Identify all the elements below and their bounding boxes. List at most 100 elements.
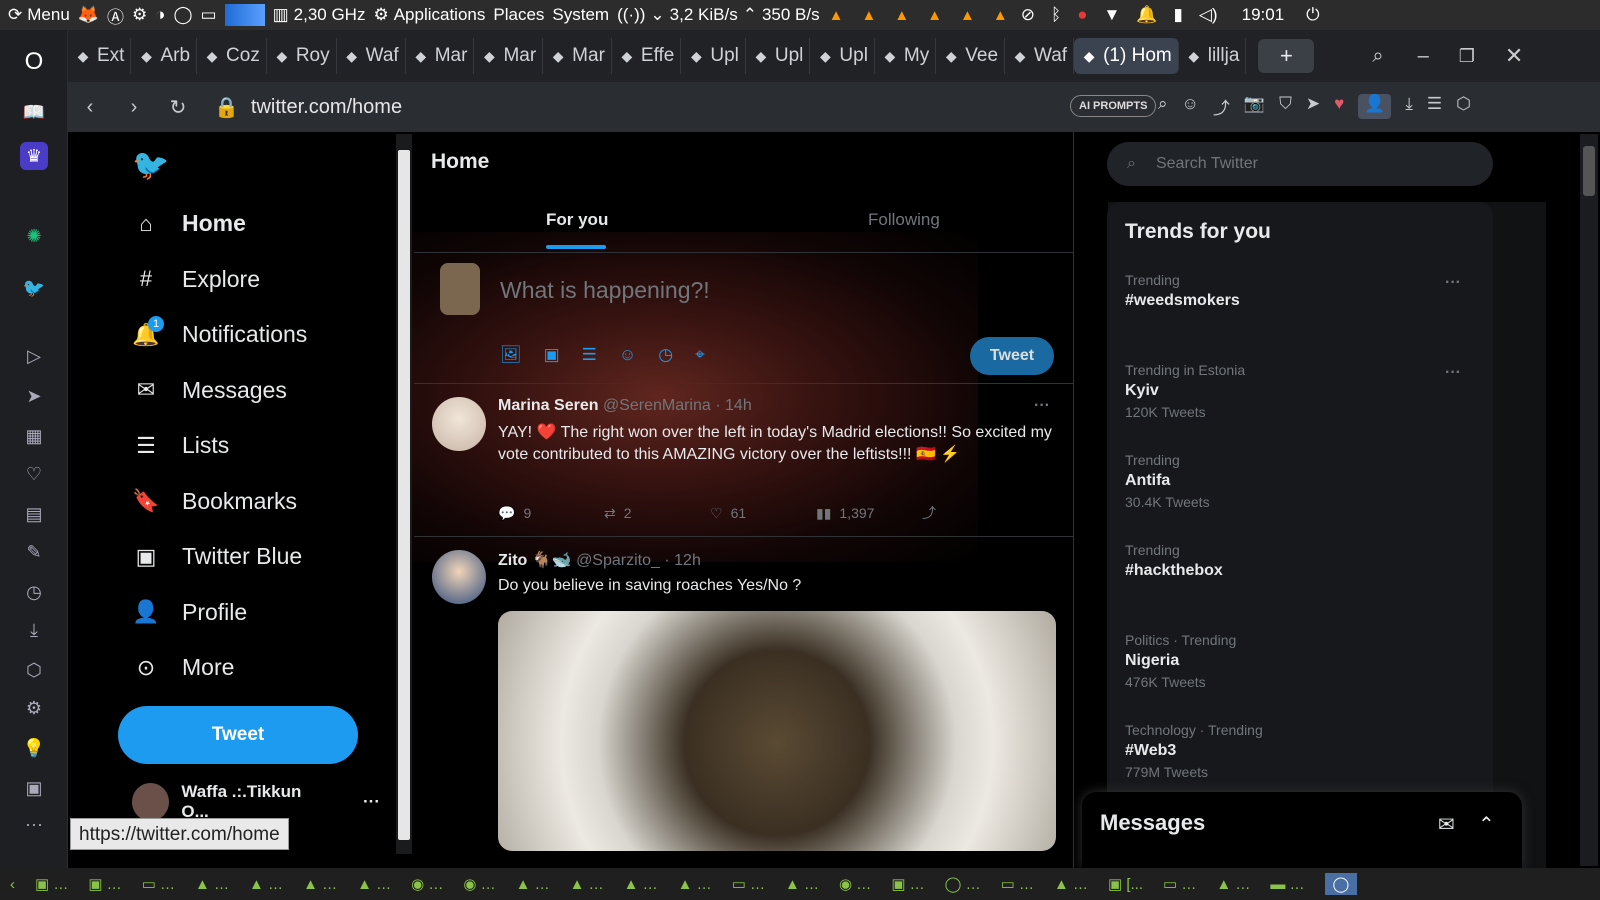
opera-logo-icon[interactable]: O: [20, 48, 48, 76]
avatar[interactable]: [432, 550, 486, 604]
emoji-icon[interactable]: ☺: [1182, 94, 1199, 119]
profile-icon[interactable]: 👤: [1358, 94, 1392, 119]
warning-icon[interactable]: ▲: [927, 7, 942, 24]
nav-scrollbar-thumb[interactable]: [398, 150, 410, 840]
compose-tweet-button[interactable]: Tweet: [970, 337, 1054, 375]
power-icon[interactable]: ⏻: [1306, 5, 1319, 25]
like-button[interactable]: ♡ 61: [710, 503, 816, 523]
maximize-icon[interactable]: ❐: [1459, 46, 1475, 67]
trend-item[interactable]: Trending #hackthebox: [1125, 542, 1475, 584]
heart-icon[interactable]: ♡: [20, 460, 48, 488]
twitter-sidebar-icon[interactable]: 🐦: [20, 274, 48, 302]
taskbar-item[interactable]: ▲ …: [785, 876, 819, 893]
trend-item[interactable]: Technology · Trending #Web3 779M Tweets: [1125, 722, 1475, 780]
tweet-time[interactable]: 14h: [725, 397, 752, 414]
poll-icon[interactable]: ☰: [582, 345, 597, 365]
taskbar-item[interactable]: ▲ …: [249, 876, 283, 893]
crown-icon[interactable]: ♛: [20, 142, 48, 170]
taskbar-item[interactable]: ▣ …: [891, 875, 924, 893]
browser-tab[interactable]: ◆ Upl: [681, 38, 746, 74]
new-tab-button[interactable]: +: [1258, 39, 1315, 73]
volume-icon[interactable]: ◁): [1199, 5, 1218, 25]
book-icon[interactable]: 📖: [20, 98, 48, 126]
download-icon[interactable]: ⤓: [1405, 94, 1413, 119]
close-window-icon[interactable]: ✕: [1505, 43, 1523, 69]
taskbar-item[interactable]: ▭ …: [1163, 875, 1196, 893]
browser-tab[interactable]: ◆ Upl: [810, 38, 875, 74]
applications-menu[interactable]: ⚙ Applications: [373, 5, 485, 25]
warning-icon[interactable]: ▲: [829, 7, 844, 24]
tweet-card[interactable]: Marina Seren @SerenMarina · 14h ··· YAY!…: [414, 385, 1074, 537]
download-icon[interactable]: ⤓: [20, 616, 48, 644]
page-scrollbar-thumb[interactable]: [1583, 146, 1595, 196]
camera-icon[interactable]: 📷: [1244, 94, 1265, 119]
history-icon[interactable]: ◷: [20, 578, 48, 606]
browser-tab[interactable]: ◆ lillja: [1179, 38, 1247, 74]
taskbar-item[interactable]: ◉ …: [411, 875, 443, 893]
firefox-launcher-icon[interactable]: 🦊: [78, 5, 99, 25]
browser-tab[interactable]: ◆ Waf: [337, 38, 406, 74]
opera-launcher-icon[interactable]: ◯: [173, 5, 192, 25]
cube-icon[interactable]: ⬡: [1456, 94, 1471, 119]
trend-item[interactable]: Trending Antifa 30.4K Tweets: [1125, 452, 1475, 510]
schedule-icon[interactable]: ◷: [658, 345, 673, 365]
bluetooth-icon[interactable]: ᛒ: [1051, 5, 1061, 25]
shield-icon[interactable]: ⛉: [1279, 94, 1292, 119]
tweet-button[interactable]: Tweet: [118, 706, 358, 764]
battery-icon[interactable]: ▮: [1174, 5, 1183, 25]
taskbar-item[interactable]: ▭ …: [142, 875, 175, 893]
reply-button[interactable]: 💬 9: [498, 503, 604, 523]
launcher-icon[interactable]: Ⓐ: [107, 3, 124, 28]
notification-tray-icon[interactable]: 🔔: [1136, 5, 1157, 25]
trend-item[interactable]: Trending #weedsmokers ···: [1125, 272, 1475, 314]
warning-icon[interactable]: ▲: [960, 7, 975, 24]
warning-icon[interactable]: ▲: [894, 7, 909, 24]
browser-tab[interactable]: ◆ Upl: [746, 38, 811, 74]
nav-item-explore[interactable]: # Explore: [132, 266, 260, 293]
chatgpt-icon[interactable]: ✺: [20, 222, 48, 250]
twitter-logo-icon[interactable]: 🐦: [132, 148, 169, 183]
taskbar-item[interactable]: ◉ …: [839, 875, 871, 893]
reload-icon[interactable]: ↻: [156, 95, 200, 120]
nav-item-lists[interactable]: ☰ Lists: [132, 432, 229, 459]
back-icon[interactable]: ‹: [68, 96, 112, 119]
browser-tab[interactable]: ◆ Vee: [936, 38, 1006, 74]
taskbar-item[interactable]: ▲ …: [1216, 876, 1250, 893]
browser-tab[interactable]: ◆ Arb: [131, 38, 198, 74]
taskbar-item[interactable]: ▣ …: [35, 875, 68, 893]
warning-icon[interactable]: ▲: [861, 7, 876, 24]
browser-tab[interactable]: ◆ (1) Hom: [1074, 38, 1179, 74]
gif-icon[interactable]: ▣: [544, 345, 560, 365]
browser-tab[interactable]: ◆ Ext: [68, 38, 132, 74]
send-icon[interactable]: ➤: [1306, 94, 1320, 119]
taskbar-item[interactable]: ▬ …: [1270, 876, 1304, 893]
share-button[interactable]: ⤴: [922, 503, 1028, 523]
browser-tab[interactable]: ◆ My: [875, 38, 937, 74]
settings-icon[interactable]: ⚙: [20, 694, 48, 722]
system-menu[interactable]: System: [552, 5, 609, 25]
grid-icon[interactable]: ▦: [20, 422, 48, 450]
more-dots-icon[interactable]: ···: [1445, 274, 1461, 292]
views-button[interactable]: ▮▮ 1,397: [816, 503, 922, 523]
ai-prompts-button[interactable]: AI PROMPTS: [1070, 95, 1157, 117]
tweet-card[interactable]: Zito 🐐🐋 @Sparzito_ · 12h Do you believe …: [414, 538, 1074, 868]
compose-input[interactable]: What is happening?!: [500, 277, 710, 304]
more-dots-icon[interactable]: ···: [1445, 364, 1461, 382]
app-icon[interactable]: ▣: [20, 774, 48, 802]
taskbar-item[interactable]: ▭ …: [732, 875, 765, 893]
taskbar-item[interactable]: ▲ …: [516, 876, 550, 893]
browser-tab[interactable]: ◆ Mar: [543, 38, 612, 74]
taskbar-item[interactable]: ▲ …: [624, 876, 658, 893]
tweet-image[interactable]: [498, 611, 1056, 851]
browser-tab[interactable]: ◆ Mar: [474, 38, 544, 74]
nav-item-profile[interactable]: 👤 Profile: [132, 599, 247, 626]
location-icon[interactable]: ⌖: [695, 345, 705, 365]
tray-icons[interactable]: ⊘ ᛒ ● ▼ 🔔 ▮ ◁): [1021, 5, 1218, 25]
tweet-author-handle[interactable]: @SerenMarina: [603, 397, 711, 414]
retweet-button[interactable]: ⇄ 2: [604, 503, 710, 523]
browser-tab[interactable]: ◆ Effe: [612, 38, 682, 74]
settings-launcher-icon[interactable]: ⚙: [132, 5, 147, 25]
trend-item[interactable]: Politics · Trending Nigeria 476K Tweets: [1125, 632, 1475, 690]
places-menu[interactable]: Places: [493, 5, 544, 25]
send-icon[interactable]: ➤: [20, 382, 48, 410]
